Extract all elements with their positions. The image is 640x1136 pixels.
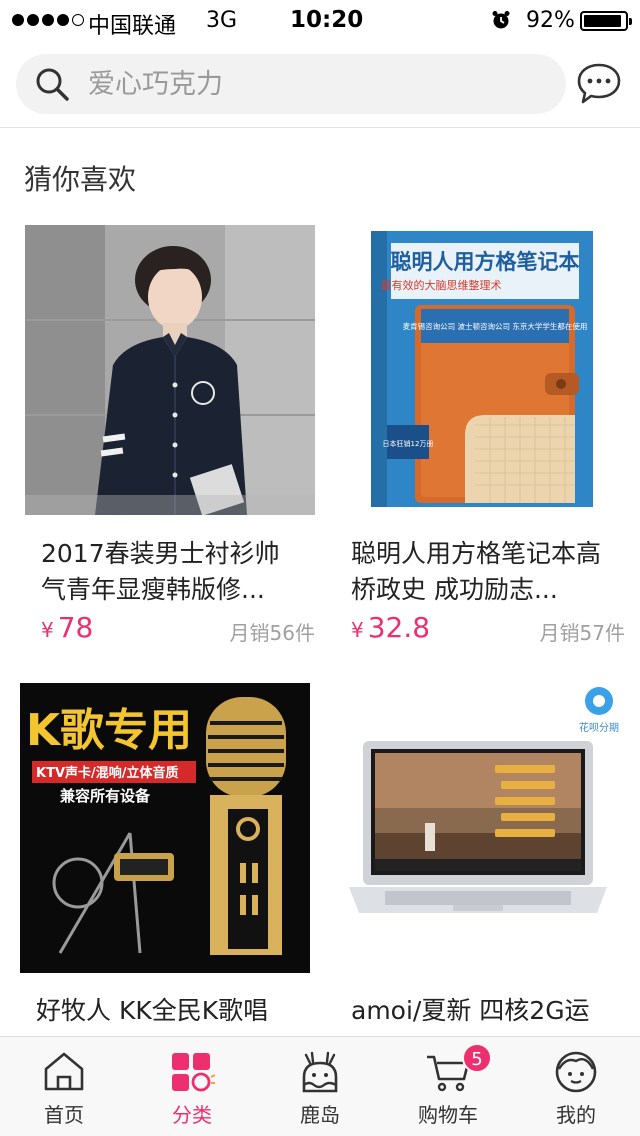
tab-category[interactable]: 分类 bbox=[128, 1037, 256, 1136]
search-input[interactable] bbox=[88, 54, 548, 114]
tab-profile[interactable]: 我的 bbox=[512, 1037, 640, 1136]
product-name[interactable]: 好牧人 KK全民K歌唱 bbox=[36, 993, 298, 1033]
book-band-text: 麦肯锡咨询公司 波士顿咨询公司 东京大学学生都在使用 bbox=[403, 321, 588, 331]
price-value: 78 bbox=[57, 611, 94, 644]
product-card[interactable]: K歌专用 KTV声卡/混响/立体音质 兼容所有设备 好牧人 KK全民K歌唱 bbox=[20, 683, 310, 1036]
section-title: 猜你喜欢 bbox=[24, 163, 137, 196]
alarm-icon bbox=[492, 11, 510, 29]
message-icon[interactable] bbox=[576, 62, 622, 106]
monthly-sales: 月销57件 bbox=[539, 621, 625, 645]
product-image[interactable] bbox=[25, 225, 315, 515]
search-bar[interactable] bbox=[16, 54, 566, 114]
product-image[interactable]: 花呗分期 bbox=[335, 683, 625, 973]
battery-percent: 92% bbox=[526, 8, 575, 33]
tab-label: 鹿岛 bbox=[300, 1103, 340, 1127]
product-name[interactable]: 2017春装男士衬衫帅气青年显瘦韩版修... bbox=[41, 536, 303, 608]
mic-title-text: K歌专用 bbox=[26, 705, 192, 756]
product-name[interactable]: amoi/夏新 四核2G运 bbox=[351, 993, 613, 1033]
tab-home[interactable]: 首页 bbox=[0, 1037, 128, 1136]
tab-label: 分类 bbox=[172, 1103, 212, 1127]
book-title-text: 聪明人用方格笔记本 bbox=[391, 250, 580, 274]
status-bar: 中国联通 3G 10:20 92% bbox=[0, 0, 640, 40]
bottom-tab-bar: 首页 分类 鹿岛 5 购物车 我的 bbox=[0, 1036, 640, 1136]
profile-icon bbox=[555, 1051, 597, 1093]
signal-strength-icon bbox=[12, 14, 84, 26]
product-image[interactable]: K歌专用 KTV声卡/混响/立体音质 兼容所有设备 bbox=[20, 683, 310, 973]
network-type: 3G bbox=[206, 8, 238, 33]
tab-cart[interactable]: 5 购物车 bbox=[384, 1037, 512, 1136]
category-icon bbox=[172, 1053, 216, 1092]
product-card[interactable]: 聪明人用方格笔记本 最有效的大脑思维整理术 麦肯锡咨询公司 波士顿咨询公司 东京… bbox=[335, 225, 625, 645]
book-badge-text: 日本狂销12万册 bbox=[383, 439, 434, 448]
product-price: ¥32.8 bbox=[351, 611, 430, 644]
battery-icon bbox=[580, 11, 632, 31]
ludao-icon bbox=[302, 1051, 338, 1093]
search-header bbox=[0, 40, 640, 128]
mic-caption-text: 兼容所有设备 bbox=[60, 787, 151, 805]
tab-label: 我的 bbox=[556, 1103, 596, 1127]
mic-strip-text: KTV声卡/混响/立体音质 bbox=[36, 765, 179, 781]
product-card[interactable]: 2017春装男士衬衫帅气青年显瘦韩版修... ¥78 月销56件 bbox=[25, 225, 315, 645]
monthly-sales: 月销56件 bbox=[229, 621, 315, 645]
tab-label: 首页 bbox=[44, 1103, 84, 1127]
product-card[interactable]: 花呗分期 amoi/夏新 四核2G运 bbox=[335, 683, 625, 1036]
currency-symbol: ¥ bbox=[41, 618, 54, 642]
laptop-badge-text: 花呗分期 bbox=[579, 721, 619, 734]
tab-label: 购物车 bbox=[418, 1103, 478, 1127]
book-subtitle-text: 最有效的大脑思维整理术 bbox=[381, 278, 502, 292]
search-icon bbox=[36, 68, 69, 101]
product-price: ¥78 bbox=[41, 611, 93, 644]
product-name[interactable]: 聪明人用方格笔记本高桥政史 成功励志... bbox=[351, 536, 613, 608]
cart-badge: 5 bbox=[462, 1043, 492, 1073]
home-icon bbox=[44, 1052, 84, 1091]
carrier-name: 中国联通 bbox=[88, 14, 177, 39]
status-time: 10:20 bbox=[290, 7, 364, 33]
price-value: 32.8 bbox=[367, 611, 431, 644]
currency-symbol: ¥ bbox=[351, 618, 364, 642]
product-image[interactable]: 聪明人用方格笔记本 最有效的大脑思维整理术 麦肯锡咨询公司 波士顿咨询公司 东京… bbox=[335, 225, 625, 515]
tab-ludao[interactable]: 鹿岛 bbox=[256, 1037, 384, 1136]
